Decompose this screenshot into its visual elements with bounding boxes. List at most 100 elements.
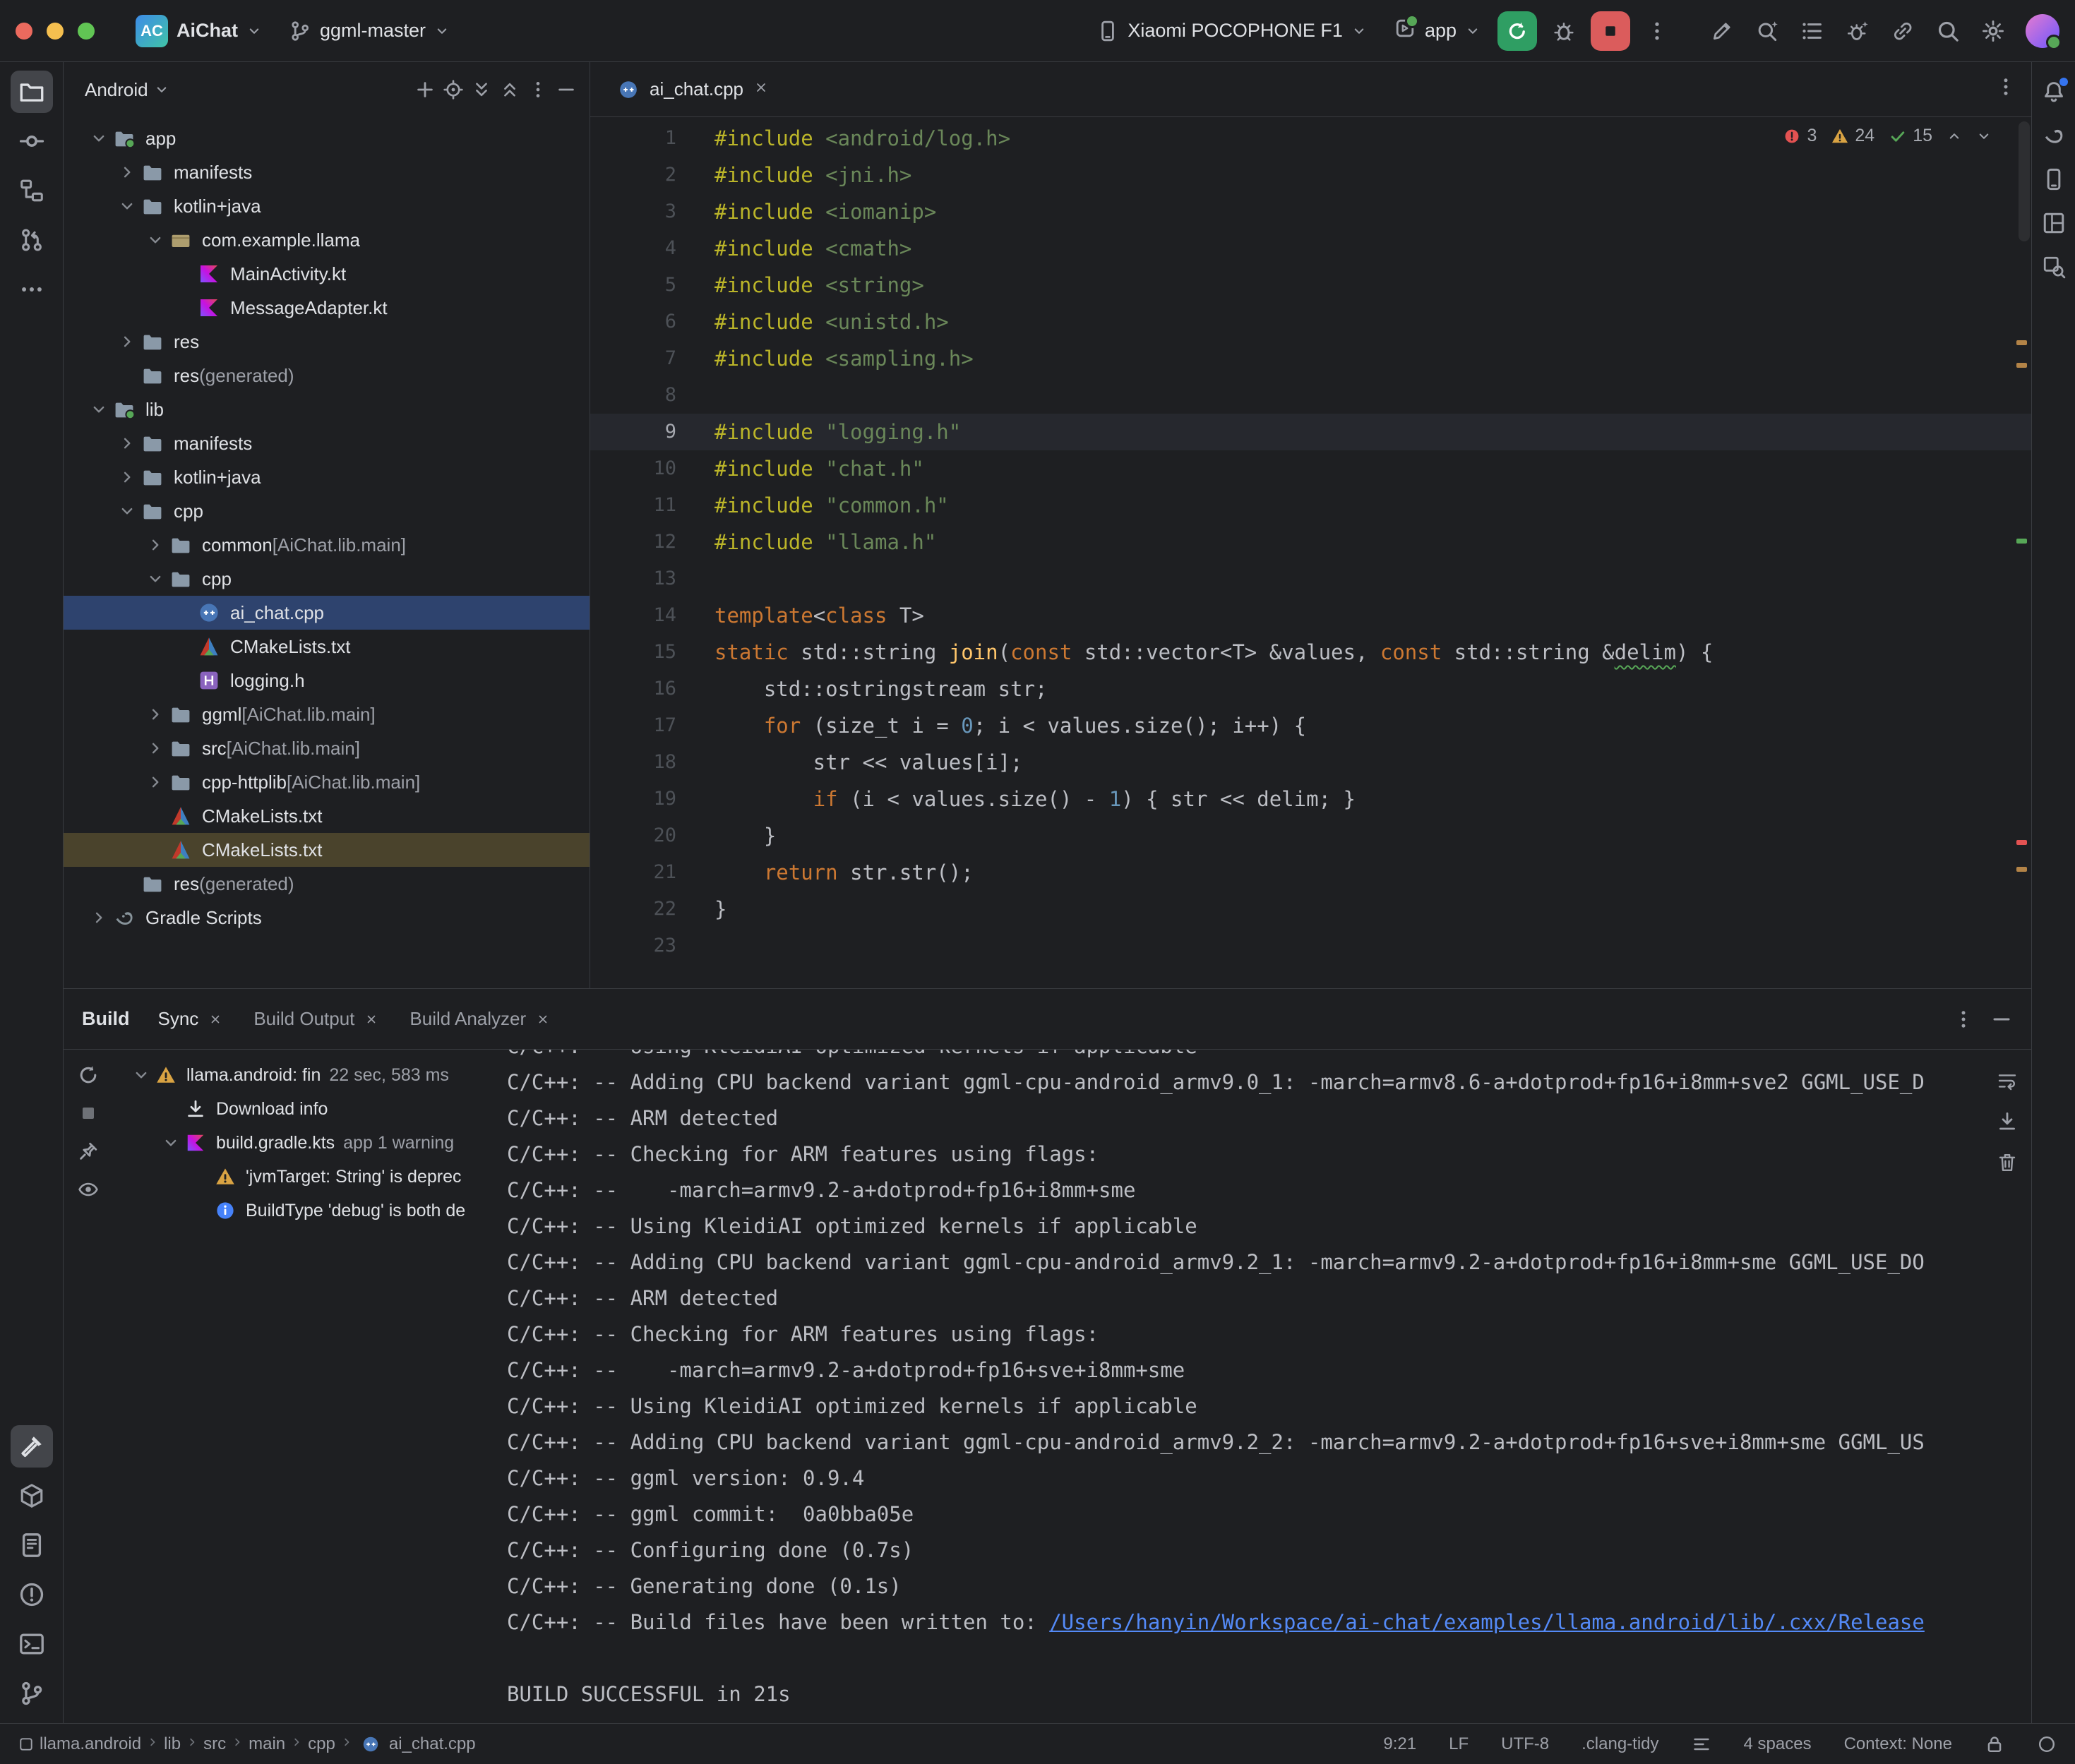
ai-search-button[interactable]	[1747, 11, 1787, 51]
code-line[interactable]: 20 }	[590, 817, 2031, 854]
previous-issue-icon[interactable]	[1947, 128, 1962, 144]
breadcrumb-item[interactable]: cpp	[308, 1734, 335, 1754]
code-line[interactable]: 2#include <jni.h>	[590, 157, 2031, 193]
project-tree-item[interactable]: MainActivity.kt	[64, 257, 590, 291]
project-tree-item[interactable]: kotlin+java	[64, 460, 590, 494]
code-line[interactable]: 23	[590, 928, 2031, 964]
code-line[interactable]: 19 if (i < values.size() - 1) { str << d…	[590, 781, 2031, 817]
project-tree-item[interactable]: logging.h	[64, 664, 590, 697]
error-stripe[interactable]	[2013, 117, 2031, 988]
build-tool-button[interactable]	[11, 1425, 53, 1468]
project-tree-item[interactable]: manifests	[64, 155, 590, 189]
locate-file-icon[interactable]	[443, 79, 464, 100]
ai-edit-button[interactable]	[1702, 11, 1742, 51]
file-encoding[interactable]: UTF-8	[1501, 1734, 1549, 1754]
logcat-tool-button[interactable]	[11, 1524, 53, 1566]
more-vertical-icon[interactable]	[1995, 76, 2017, 98]
warning-count[interactable]: 24	[1831, 126, 1874, 146]
indent-widget[interactable]: 4 spaces	[1744, 1734, 1812, 1754]
code-line[interactable]: 21 return str.str();	[590, 854, 2031, 891]
context-widget[interactable]: Context: None	[1844, 1734, 1952, 1754]
stop-icon[interactable]	[77, 1102, 100, 1124]
more-vertical-icon[interactable]	[1952, 1008, 1975, 1031]
chevron-right-icon[interactable]	[118, 468, 136, 486]
device-explorer-tool-button[interactable]	[11, 1475, 53, 1517]
breadcrumb-item[interactable]: lib	[164, 1734, 181, 1754]
breadcrumb-item[interactable]: llama.android	[40, 1734, 141, 1754]
project-tree-item[interactable]: cpp-httplib [AiChat.lib.main]	[64, 765, 590, 799]
project-tool-button[interactable]	[11, 71, 53, 113]
code-line[interactable]: 6#include <unistd.h>	[590, 304, 2031, 340]
add-icon[interactable]	[414, 79, 436, 100]
build-tree-item[interactable]: Download info	[113, 1092, 507, 1126]
close-icon[interactable]	[208, 1012, 222, 1026]
project-tree-item[interactable]: lib	[64, 392, 590, 426]
build-tree-item[interactable]: build.gradle.ktsapp 1 warning	[113, 1126, 507, 1160]
code-line[interactable]: 12#include "llama.h"	[590, 524, 2031, 560]
project-tree-item[interactable]: src [AiChat.lib.main]	[64, 731, 590, 765]
project-tree-item[interactable]: cpp	[64, 562, 590, 596]
more-run-actions-button[interactable]	[1637, 11, 1677, 51]
terminal-tool-button[interactable]	[11, 1623, 53, 1665]
rerun-sync-icon[interactable]	[77, 1064, 100, 1086]
run-configuration-selector[interactable]: app	[1384, 8, 1490, 54]
scrollbar-thumb[interactable]	[2019, 121, 2030, 241]
chevron-down-icon[interactable]	[132, 1066, 150, 1084]
code-line[interactable]: 17 for (size_t i = 0; i < values.size();…	[590, 707, 2031, 744]
formatter-icon[interactable]	[1692, 1734, 1711, 1754]
link-button[interactable]	[1883, 11, 1922, 51]
project-tree-item[interactable]: ggml [AiChat.lib.main]	[64, 697, 590, 731]
layout-inspector-button[interactable]	[2035, 205, 2072, 241]
project-widget[interactable]: AC AiChat	[126, 8, 272, 54]
line-separator[interactable]: LF	[1449, 1734, 1469, 1754]
chevron-right-icon[interactable]	[118, 434, 136, 452]
device-selector[interactable]: Xiaomi POCOPHONE F1	[1087, 8, 1377, 54]
project-tree-item[interactable]: kotlin+java	[64, 189, 590, 223]
project-tree-item[interactable]: ai_chat.cpp	[64, 596, 590, 630]
error-count[interactable]: 3	[1783, 126, 1817, 146]
code-line[interactable]: 11#include "common.h"	[590, 487, 2031, 524]
chevron-right-icon[interactable]	[118, 163, 136, 181]
filter-icon[interactable]	[77, 1178, 100, 1201]
close-tab-button[interactable]	[753, 78, 769, 100]
pin-icon[interactable]	[77, 1140, 100, 1163]
code-line[interactable]: 8	[590, 377, 2031, 414]
close-window-button[interactable]	[16, 23, 32, 40]
project-tree-item[interactable]: CMakeLists.txt	[64, 630, 590, 664]
project-tree-item[interactable]: MessageAdapter.kt	[64, 291, 590, 325]
chevron-down-icon[interactable]	[90, 400, 108, 419]
project-tree-item[interactable]: Gradle Scripts	[64, 901, 590, 935]
status-indicator-icon[interactable]	[2037, 1734, 2057, 1754]
build-tree-item[interactable]: 'jvmTarget: String' is deprec	[113, 1160, 507, 1194]
chevron-right-icon[interactable]	[90, 908, 108, 927]
breadcrumb-item[interactable]: src	[203, 1734, 226, 1754]
run-button[interactable]	[1497, 11, 1537, 51]
stop-button[interactable]	[1591, 11, 1630, 51]
chevron-down-icon[interactable]	[118, 502, 136, 520]
project-tree-item[interactable]: com.example.llama	[64, 223, 590, 257]
soft-wrap-icon[interactable]	[1996, 1069, 2019, 1092]
more-tool-windows-button[interactable]	[11, 268, 53, 311]
device-manager-button[interactable]	[2035, 161, 2072, 198]
chevron-right-icon[interactable]	[146, 739, 165, 757]
inspections-widget[interactable]: 3 24 15	[1783, 126, 1992, 146]
code-line[interactable]: 16 std::ostringstream str;	[590, 671, 2031, 707]
build-tree-item[interactable]: BuildType 'debug' is both de	[113, 1194, 507, 1228]
structure-tool-button[interactable]	[11, 169, 53, 212]
code-line[interactable]: 18 str << values[i];	[590, 744, 2031, 781]
chevron-down-icon[interactable]	[118, 197, 136, 215]
chevron-right-icon[interactable]	[146, 773, 165, 791]
code-line[interactable]: 15static std::string join(const std::vec…	[590, 634, 2031, 671]
project-tree-item[interactable]: CMakeLists.txt	[64, 833, 590, 867]
vcs-branch-widget[interactable]: ggml-master	[279, 8, 460, 54]
chevron-right-icon[interactable]	[146, 705, 165, 724]
chevron-down-icon[interactable]	[162, 1134, 180, 1152]
collapse-all-icon[interactable]	[499, 79, 520, 100]
gradle-tool-button[interactable]	[2035, 117, 2072, 154]
code-line[interactable]: 5#include <string>	[590, 267, 2031, 304]
build-console[interactable]: C/C++: -- Using KleidiAI optimized kerne…	[507, 1050, 1954, 1712]
version-control-tool-button[interactable]	[11, 1672, 53, 1715]
project-tree-item[interactable]: app	[64, 121, 590, 155]
breadcrumb-item[interactable]: ai_chat.cpp	[389, 1734, 476, 1754]
zoom-window-button[interactable]	[78, 23, 95, 40]
